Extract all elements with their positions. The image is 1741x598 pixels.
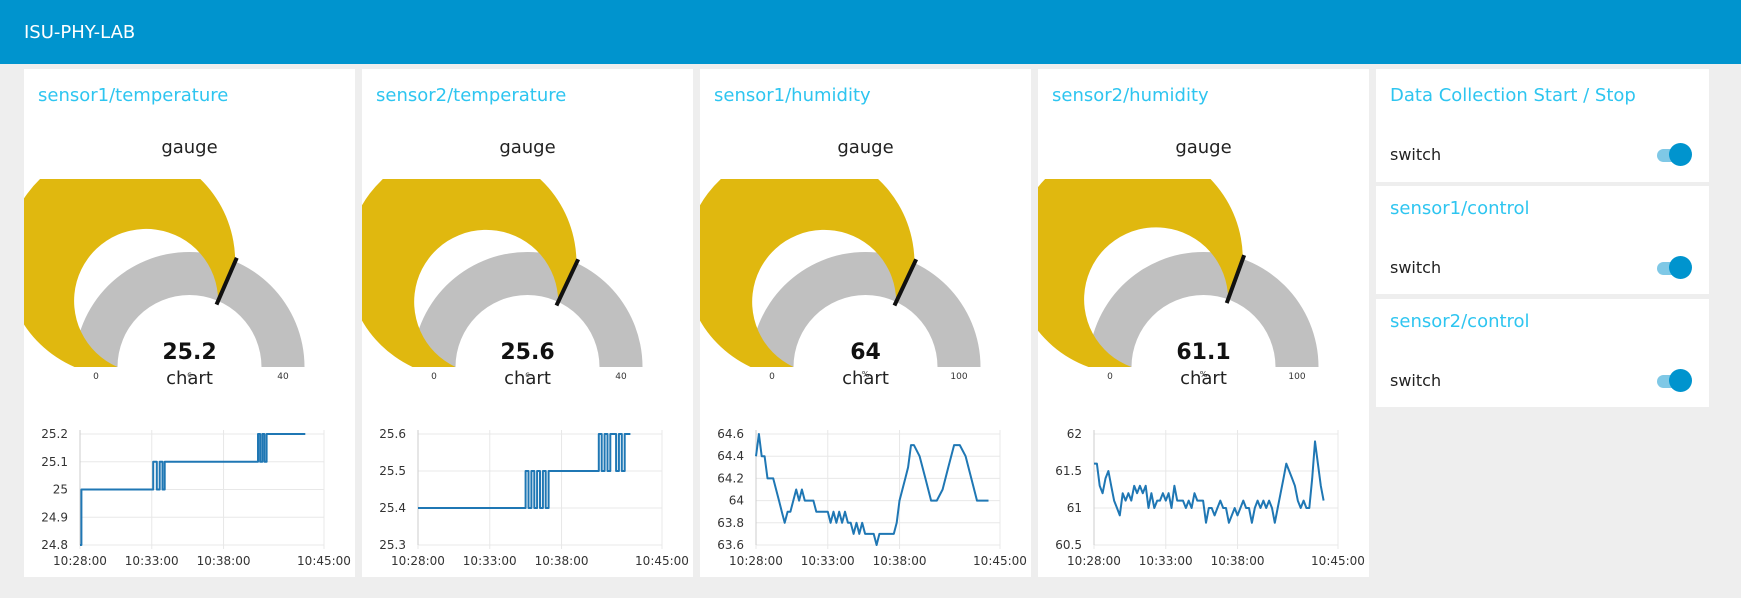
x-tick-label: 10:33:00 [1139, 554, 1193, 568]
sensor1-humidity-card: sensor1/humidity gauge 64% 0 100 chart 63.… [700, 69, 1031, 577]
x-tick-label: 10:28:00 [1067, 554, 1121, 568]
switch-label: switch [1390, 371, 1442, 390]
y-tick-label: 61 [1067, 501, 1082, 515]
data-collection-group: Data Collection Start / Stop switch [1376, 69, 1709, 182]
sensor2-control-group: sensor2/control switch [1376, 299, 1709, 407]
gauge-label: gauge [499, 137, 556, 158]
x-tick-label: 10:33:00 [125, 554, 179, 568]
chart-label: chart [504, 368, 551, 389]
x-tick-label: 10:28:00 [391, 554, 445, 568]
gauge-value: 64 [850, 340, 881, 365]
y-tick-label: 61.5 [1055, 464, 1082, 478]
y-tick-label: 63.8 [717, 516, 744, 530]
y-tick-label: 64 [729, 494, 744, 508]
top-toolbar: ISU-PHY-LAB [0, 0, 1741, 64]
chart-label: chart [166, 368, 213, 389]
toggle-knob [1669, 143, 1692, 166]
series-line [755, 433, 989, 546]
gauge-svg: 25.6c0 40 [362, 179, 643, 379]
y-tick-label: 25.2 [41, 427, 68, 441]
sensor1-control-toggle[interactable] [1655, 256, 1692, 280]
gauge-value: 61.1 [1176, 340, 1230, 365]
x-tick-label: 10:38:00 [197, 554, 251, 568]
y-tick-label: 24.9 [41, 510, 68, 524]
x-tick-label: 10:28:00 [729, 554, 783, 568]
gauge-label: gauge [161, 137, 218, 158]
card-title: sensor2/humidity [1052, 85, 1209, 106]
gauge-svg: 64%0 100 [700, 179, 981, 379]
y-tick-label: 25 [53, 483, 68, 497]
chart-svg: 60.5 61 61.5 62 10:28:00 10:33:00 10:38:00 10:4… [1055, 427, 1365, 568]
app-title: ISU-PHY-LAB [24, 22, 136, 43]
y-tick-label: 25.3 [379, 538, 406, 552]
x-tick-label: 10:45:00 [973, 554, 1027, 568]
gauge-svg: 25.2c0 40 [24, 179, 305, 379]
x-tick-label: 10:45:00 [635, 554, 689, 568]
x-tick-label: 10:45:00 [297, 554, 351, 568]
chart-svg: 24.8 24.9 25 25.1 25.2 10:28:00 10:33:00 10:38:… [41, 427, 351, 568]
gauge-label: gauge [1175, 137, 1232, 158]
gauge-value: 25.2 [162, 340, 216, 365]
y-tick-label: 25.1 [41, 455, 68, 469]
y-tick-label: 64.4 [717, 449, 744, 463]
x-tick-label: 10:33:00 [801, 554, 855, 568]
sensor1-temperature-card: sensor1/temperature gauge 25.2 c 0 40 chart… [24, 69, 355, 577]
x-tick-label: 10:38:00 [873, 554, 927, 568]
card-title: sensor2/temperature [376, 85, 567, 106]
chart-svg: 63.6 63.8 64 64.2 64.4 64.6 10:28:00 10:33:00 10… [717, 427, 1027, 568]
toggle-knob [1669, 369, 1692, 392]
group-title: Data Collection Start / Stop [1390, 85, 1636, 106]
sensor2-temperature-card: sensor2/temperature gauge 25.6 c 0 40 chart… [362, 69, 693, 577]
x-tick-label: 10:38:00 [535, 554, 589, 568]
x-tick-label: 10:28:00 [53, 554, 107, 568]
x-tick-label: 10:33:00 [463, 554, 517, 568]
y-tick-label: 25.4 [379, 501, 406, 515]
chart-label: chart [1180, 368, 1227, 389]
toggle-knob [1669, 256, 1692, 279]
switch-label: switch [1390, 145, 1442, 164]
gauge-label: gauge [837, 137, 894, 158]
data-collection-toggle[interactable] [1655, 143, 1692, 167]
y-tick-label: 64.6 [717, 427, 744, 441]
gauge-value: 25.6 [500, 340, 554, 365]
y-tick-label: 62 [1067, 427, 1082, 441]
gauge-svg: 61.1%0 100 [1038, 179, 1319, 379]
group-title: sensor1/control [1390, 198, 1530, 219]
y-tick-label: 64.2 [717, 471, 744, 485]
y-tick-label: 63.6 [717, 538, 744, 552]
card-title: sensor1/temperature [38, 85, 229, 106]
x-tick-label: 10:38:00 [1211, 554, 1265, 568]
y-tick-label: 24.8 [41, 538, 68, 552]
group-title: sensor2/control [1390, 311, 1530, 332]
switch-label: switch [1390, 258, 1442, 277]
chart-svg: 25.3 25.4 25.5 25.6 10:28:00 10:33:00 10:38:00… [379, 427, 689, 568]
y-tick-label: 25.5 [379, 464, 406, 478]
y-tick-label: 60.5 [1055, 538, 1082, 552]
x-tick-label: 10:45:00 [1311, 554, 1365, 568]
sensor1-control-group: sensor1/control switch [1376, 186, 1709, 294]
y-tick-label: 25.6 [379, 427, 406, 441]
sensor2-humidity-card: sensor2/humidity gauge 61.1% 0 100 chart 6… [1038, 69, 1369, 577]
series-line [1094, 440, 1325, 524]
sensor2-control-toggle[interactable] [1655, 369, 1692, 393]
card-title: sensor1/humidity [714, 85, 871, 106]
chart-label: chart [842, 368, 889, 389]
